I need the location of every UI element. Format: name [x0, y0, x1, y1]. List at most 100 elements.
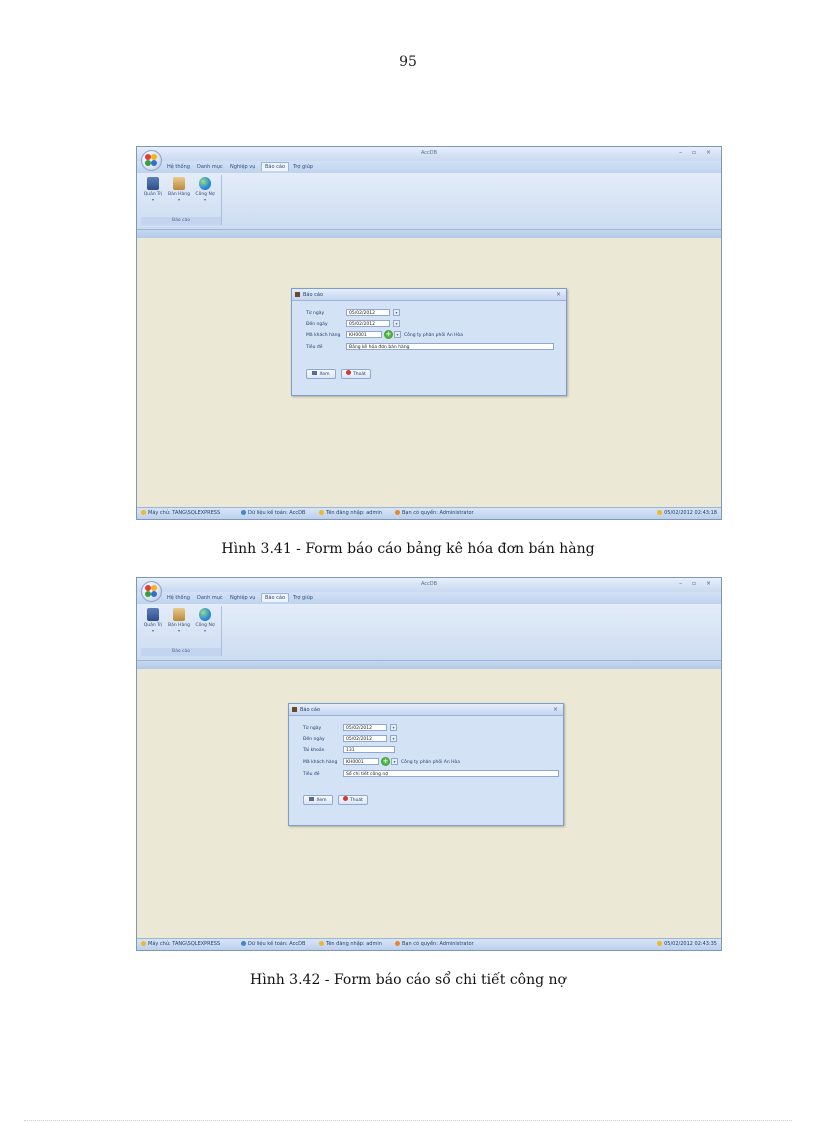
dialog-title-bar: Báo cáo × [292, 289, 566, 301]
exit-icon [343, 796, 349, 801]
chevron-down-icon[interactable]: ▾ [393, 320, 400, 327]
user-icon [319, 941, 324, 946]
account-label: Tài khoản [303, 748, 325, 753]
chevron-down-icon[interactable]: ▾ [394, 331, 401, 338]
ribbon-button-debt[interactable]: Công Nợ ▾ [193, 608, 217, 633]
report-title-label: Tiêu đề [306, 345, 323, 350]
exit-button[interactable]: Thoát [338, 795, 368, 805]
close-icon[interactable]: × [556, 291, 561, 298]
app-logo-icon[interactable] [141, 150, 162, 171]
title-bar: AccDB – ▫ × [137, 147, 721, 161]
menu-nghiep-vu[interactable]: Nghiệp vụ [230, 164, 255, 170]
from-date-field[interactable]: 05/02/2012 [346, 309, 390, 316]
figure-caption-3-42: Hình 3.42 - Form báo cáo sổ chi tiết côn… [250, 972, 566, 988]
report-title-field[interactable]: Sổ chi tiết công nợ [343, 770, 559, 777]
add-customer-icon[interactable]: + [384, 330, 393, 339]
sales-report-icon [173, 177, 185, 190]
clock-icon [657, 941, 663, 946]
role-icon [395, 941, 400, 946]
status-bar: Máy chủ: TANG\SQLEXPRESS Dữ liệu kế toán… [137, 507, 721, 519]
status-database: Dữ liệu kế toán: AccDB [241, 510, 305, 516]
customer-code-field[interactable]: KH0001 [346, 331, 382, 338]
status-role-text: Bạn có quyền: Administrator [402, 941, 474, 947]
status-server-text: Máy chủ: TANG\SQLEXPRESS [148, 941, 221, 947]
menu-he-thong[interactable]: Hệ thống [167, 595, 190, 601]
app-logo-icon[interactable] [141, 581, 162, 602]
to-date-field[interactable]: 05/02/2012 [346, 320, 390, 327]
printer-icon [309, 797, 315, 801]
clock-icon [657, 510, 663, 515]
debt-report-icon [199, 608, 211, 621]
menu-tro-giup[interactable]: Trợ giúp [293, 164, 313, 170]
status-server: Máy chủ: TANG\SQLEXPRESS [141, 941, 220, 947]
user-icon [319, 510, 324, 515]
status-datetime-text: 05/02/2012 02:43:35 [664, 941, 717, 947]
ribbon-button-admin[interactable]: Quản Trị ▾ [141, 177, 165, 202]
chevron-down-icon[interactable]: ▾ [391, 758, 398, 765]
status-database-text: Dữ liệu kế toán: AccDB [248, 510, 306, 516]
ribbon-group-reports: Quản Trị ▾ Bán Hàng ▾ Công Nợ ▾ Báo cáo [141, 606, 222, 656]
status-datetime-text: 05/02/2012 02:43:18 [664, 510, 717, 516]
ribbon: Quản Trị ▾ Bán Hàng ▾ Công Nợ ▾ Báo cáo [137, 604, 721, 661]
report-title-label: Tiêu đề [303, 772, 320, 777]
title-bar: AccDB – ▫ × [137, 578, 721, 592]
status-user-text: Tên đăng nhập: admin [326, 941, 382, 947]
status-role-text: Bạn có quyền: Administrator [402, 510, 474, 516]
chevron-down-icon[interactable]: ▾ [393, 309, 400, 316]
status-user: Tên đăng nhập: admin [319, 510, 382, 516]
chevron-down-icon[interactable]: ▾ [390, 724, 397, 731]
ribbon: Quản Trị ▾ Bán Hàng ▾ Công Nợ ▾ Báo cáo [137, 173, 721, 230]
ribbon-button-admin[interactable]: Quản Trị ▾ [141, 608, 165, 633]
menu-nghiep-vu[interactable]: Nghiệp vụ [230, 595, 255, 601]
exit-button-label: Thoát [350, 798, 363, 803]
ribbon-button-sales[interactable]: Bán Hàng ▾ [167, 608, 191, 633]
menu-bao-cao[interactable]: Báo cáo [261, 162, 290, 171]
report-title-field[interactable]: Bảng kê hóa đơn bán hàng [346, 343, 554, 350]
close-icon[interactable]: × [553, 706, 558, 713]
footer-divider [24, 1120, 792, 1121]
exit-button-label: Thoát [353, 372, 366, 377]
status-role: Bạn có quyền: Administrator [395, 941, 474, 947]
from-date-field[interactable]: 05/02/2012 [343, 724, 387, 731]
window-controls[interactable]: – ▫ × [679, 149, 715, 156]
ribbon-button-sales[interactable]: Bán Hàng ▾ [167, 177, 191, 202]
exit-button[interactable]: Thoát [341, 369, 371, 379]
server-icon [141, 510, 146, 515]
menu-bar: Hệ thống Danh mục Nghiệp vụ Báo cáo Trợ … [137, 161, 721, 173]
window-controls[interactable]: – ▫ × [679, 580, 715, 587]
database-icon [241, 510, 246, 515]
admin-report-icon [147, 608, 159, 621]
print-button[interactable]: Xem [303, 795, 333, 805]
chevron-down-icon[interactable]: ▾ [390, 735, 397, 742]
menu-tro-giup[interactable]: Trợ giúp [293, 595, 313, 601]
from-date-label: Từ ngày [303, 726, 322, 731]
status-datetime: 05/02/2012 02:43:18 [657, 510, 717, 516]
customer-code-field[interactable]: KH0001 [343, 758, 379, 765]
printer-icon [312, 371, 318, 375]
ribbon-strip [137, 230, 721, 238]
account-field[interactable]: 131 [343, 746, 395, 753]
ribbon-button-debt[interactable]: Công Nợ ▾ [193, 177, 217, 202]
status-database: Dữ liệu kế toán: AccDB [241, 941, 305, 947]
menu-danh-muc[interactable]: Danh mục [197, 164, 223, 170]
page-number: 95 [399, 54, 417, 70]
dialog-title-bar: Báo cáo × [289, 704, 563, 716]
print-button[interactable]: Xem [306, 369, 336, 379]
customer-code-label: Mã khách hàng [306, 333, 341, 338]
report-dialog: Báo cáo × Từ ngày 05/02/2012 ▾ Đến ngày … [288, 703, 564, 826]
from-date-label: Từ ngày [306, 311, 325, 316]
figure-caption-3-41: Hình 3.41 - Form báo cáo bảng kê hóa đơn… [221, 541, 595, 557]
menu-danh-muc[interactable]: Danh mục [197, 595, 223, 601]
menu-bao-cao[interactable]: Báo cáo [261, 593, 290, 602]
menu-he-thong[interactable]: Hệ thống [167, 164, 190, 170]
server-icon [141, 941, 146, 946]
customer-code-label: Mã khách hàng [303, 760, 338, 765]
status-server-text: Máy chủ: TANG\SQLEXPRESS [148, 510, 221, 516]
screenshot-figure-3-42: AccDB – ▫ × Hệ thống Danh mục Nghiệp vụ … [136, 577, 722, 951]
to-date-label: Đến ngày [303, 737, 325, 742]
dialog-title: Báo cáo [300, 707, 321, 713]
add-customer-icon[interactable]: + [381, 757, 390, 766]
ribbon-strip [137, 661, 721, 669]
to-date-field[interactable]: 05/02/2012 [343, 735, 387, 742]
window-title: AccDB [420, 581, 438, 587]
